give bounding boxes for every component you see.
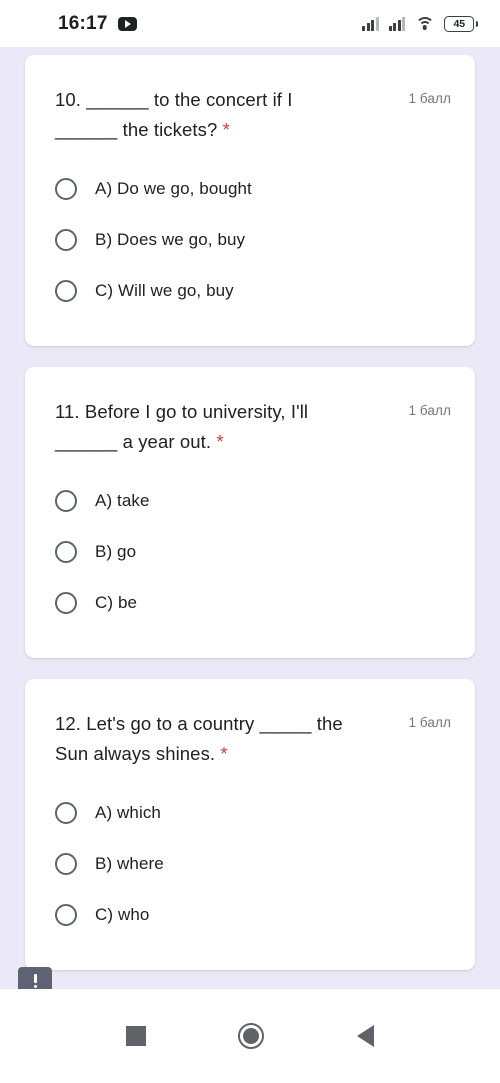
- option-list-11: A) take B) go C) be: [25, 457, 475, 658]
- radio-icon[interactable]: [55, 489, 77, 512]
- option-10-c[interactable]: C) Will we go, buy: [55, 265, 451, 316]
- question-text-11-line1: 11. Before I go to university, I'll: [55, 401, 309, 422]
- question-text-10-line2: ______ the tickets?: [55, 119, 218, 140]
- question-points-10: 1 балл: [408, 91, 451, 106]
- radio-icon[interactable]: [55, 177, 77, 200]
- option-label: A) Do we go, bought: [95, 178, 252, 198]
- radio-icon[interactable]: [55, 228, 77, 251]
- question-text-10-line1: 10. ______ to the concert if I: [55, 89, 293, 110]
- status-bar-clock: 16:17: [58, 12, 108, 34]
- wifi-icon: [415, 16, 435, 31]
- question-header-10: 10. ______ to the concert if I ______ th…: [25, 55, 475, 145]
- question-card-10: 10. ______ to the concert if I ______ th…: [25, 55, 475, 346]
- question-text-12: 12. Let's go to a country _____ the Sun …: [55, 709, 408, 769]
- question-text-12-line1: 12. Let's go to a country _____ the: [55, 713, 343, 734]
- required-asterisk-12: *: [220, 743, 228, 764]
- question-header-12: 12. Let's go to a country _____ the Sun …: [25, 679, 475, 769]
- radio-icon[interactable]: [55, 801, 77, 824]
- option-label: A) which: [95, 802, 161, 822]
- option-label: A) take: [95, 490, 150, 510]
- home-icon[interactable]: [238, 1023, 265, 1049]
- radio-icon[interactable]: [55, 852, 77, 875]
- option-12-a[interactable]: A) which: [55, 787, 451, 838]
- battery-icon: 45: [444, 15, 478, 32]
- option-10-a[interactable]: A) Do we go, bought: [55, 163, 451, 214]
- option-11-c[interactable]: C) be: [55, 577, 451, 628]
- android-nav-bar: [0, 989, 500, 1083]
- quiz-scroll-area[interactable]: 10. ______ to the concert if I ______ th…: [0, 47, 500, 989]
- option-label: B) go: [95, 541, 137, 561]
- question-card-11: 11. Before I go to university, I'll ____…: [25, 367, 475, 658]
- radio-icon[interactable]: [55, 903, 77, 926]
- youtube-icon: [117, 16, 137, 31]
- signal-bars-icon: [362, 16, 379, 31]
- back-icon[interactable]: [356, 1025, 374, 1047]
- question-header-11: 11. Before I go to university, I'll ____…: [25, 367, 475, 457]
- status-bar-right: 45: [362, 15, 478, 32]
- option-label: C) Will we go, buy: [95, 280, 234, 300]
- option-label: C) who: [95, 904, 150, 924]
- option-12-b[interactable]: B) where: [55, 838, 451, 889]
- comment-alert-icon[interactable]: [18, 967, 52, 989]
- question-points-11: 1 балл: [408, 403, 451, 418]
- question-card-12: 12. Let's go to a country _____ the Sun …: [25, 679, 475, 970]
- radio-icon[interactable]: [55, 591, 77, 614]
- question-text-11-line2: ______ a year out.: [55, 431, 212, 452]
- option-11-a[interactable]: A) take: [55, 475, 451, 526]
- battery-level-label: 45: [444, 15, 475, 32]
- question-text-12-line2: Sun always shines.: [55, 743, 216, 764]
- question-text-10: 10. ______ to the concert if I ______ th…: [55, 85, 408, 145]
- option-12-c[interactable]: C) who: [55, 889, 451, 940]
- required-asterisk-10: *: [222, 119, 230, 140]
- recent-apps-icon[interactable]: [126, 1026, 147, 1046]
- question-points-12: 1 балл: [408, 715, 451, 730]
- option-11-b[interactable]: B) go: [55, 526, 451, 577]
- option-list-12: A) which B) where C) who: [25, 769, 475, 970]
- radio-icon[interactable]: [55, 540, 77, 563]
- question-text-11: 11. Before I go to university, I'll ____…: [55, 397, 408, 457]
- option-10-b[interactable]: B) Does we go, buy: [55, 214, 451, 265]
- phone-screen: 16:17 45 10. ______ to the concert if I …: [0, 0, 500, 1083]
- signal-bars-icon-2: [388, 16, 406, 31]
- status-bar: 16:17 45: [0, 0, 500, 47]
- required-asterisk-11: *: [216, 431, 224, 452]
- option-label: B) where: [95, 853, 164, 873]
- option-label: C) be: [95, 592, 138, 612]
- option-label: B) Does we go, buy: [95, 229, 246, 249]
- radio-icon[interactable]: [55, 279, 77, 302]
- option-list-10: A) Do we go, bought B) Does we go, buy C…: [25, 145, 475, 346]
- status-bar-left: 16:17: [58, 13, 137, 35]
